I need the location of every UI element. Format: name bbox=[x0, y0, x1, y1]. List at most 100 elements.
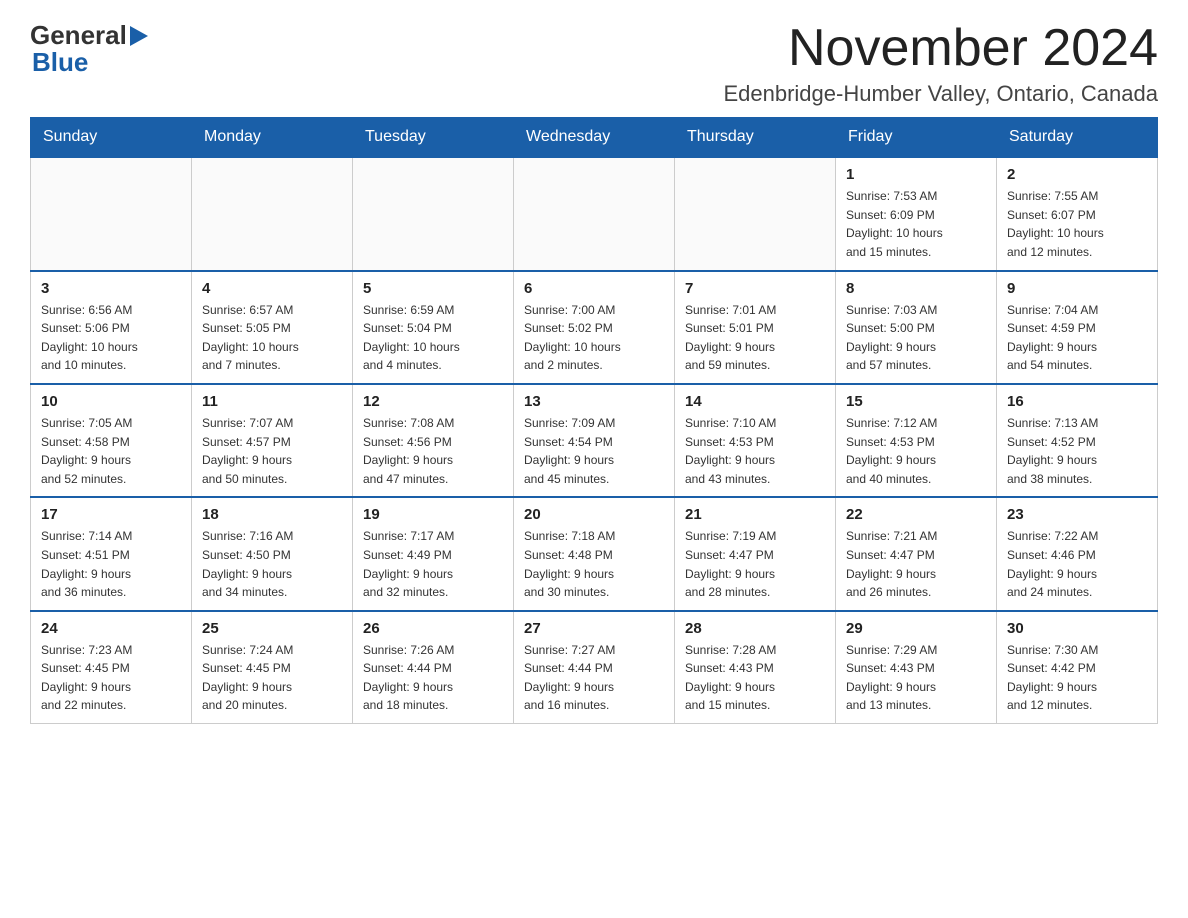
weekday-header-sunday: Sunday bbox=[31, 118, 192, 158]
calendar-cell: 28 Sunrise: 7:28 AMSunset: 4:43 PMDayligh… bbox=[675, 611, 836, 724]
day-info: Sunrise: 7:14 AMSunset: 4:51 PMDaylight:… bbox=[41, 527, 181, 601]
day-number: 24 bbox=[41, 620, 181, 637]
day-info: Sunrise: 7:03 AMSunset: 5:00 PMDaylight:… bbox=[846, 301, 986, 375]
weekday-header-saturday: Saturday bbox=[997, 118, 1158, 158]
weekday-header-thursday: Thursday bbox=[675, 118, 836, 158]
calendar-cell: 19 Sunrise: 7:17 AMSunset: 4:49 PMDayligh… bbox=[353, 497, 514, 610]
logo-triangle-icon bbox=[130, 26, 148, 46]
calendar-cell: 1Sunrise: 7:53 AMSunset: 6:09 PMDaylight… bbox=[836, 157, 997, 270]
day-info: Sunrise: 7:10 AMSunset: 4:53 PMDaylight:… bbox=[685, 414, 825, 488]
calendar-cell: 22 Sunrise: 7:21 AMSunset: 4:47 PMDayligh… bbox=[836, 497, 997, 610]
day-number: 14 bbox=[685, 393, 825, 410]
day-number: 17 bbox=[41, 506, 181, 523]
day-info: Sunrise: 7:07 AMSunset: 4:57 PMDaylight:… bbox=[202, 414, 342, 488]
calendar-cell: 2 Sunrise: 7:55 AMSunset: 6:07 PMDaylight… bbox=[997, 157, 1158, 270]
day-info: Sunrise: 7:19 AMSunset: 4:47 PMDaylight:… bbox=[685, 527, 825, 601]
calendar-cell: 16 Sunrise: 7:13 AMSunset: 4:52 PMDayligh… bbox=[997, 384, 1158, 497]
day-info: Sunrise: 7:17 AMSunset: 4:49 PMDaylight:… bbox=[363, 527, 503, 601]
day-info: Sunrise: 7:28 AMSunset: 4:43 PMDaylight:… bbox=[685, 641, 825, 715]
day-number: 22 bbox=[846, 506, 986, 523]
day-info: Sunrise: 6:56 AMSunset: 5:06 PMDaylight:… bbox=[41, 301, 181, 375]
weekday-header-wednesday: Wednesday bbox=[514, 118, 675, 158]
calendar-header-row: SundayMondayTuesdayWednesdayThursdayFrid… bbox=[31, 118, 1158, 158]
calendar-cell: 23Sunrise: 7:22 AMSunset: 4:46 PMDayligh… bbox=[997, 497, 1158, 610]
day-number: 25 bbox=[202, 620, 342, 637]
calendar-cell: 26Sunrise: 7:26 AMSunset: 4:44 PMDayligh… bbox=[353, 611, 514, 724]
calendar-cell: 4 Sunrise: 6:57 AMSunset: 5:05 PMDaylight… bbox=[192, 271, 353, 384]
day-number: 21 bbox=[685, 506, 825, 523]
calendar-cell: 10Sunrise: 7:05 AMSunset: 4:58 PMDayligh… bbox=[31, 384, 192, 497]
calendar-table: SundayMondayTuesdayWednesdayThursdayFrid… bbox=[30, 117, 1158, 724]
day-number: 3 bbox=[41, 280, 181, 297]
day-info: Sunrise: 6:57 AMSunset: 5:05 PMDaylight:… bbox=[202, 301, 342, 375]
calendar-cell: 13 Sunrise: 7:09 AMSunset: 4:54 PMDayligh… bbox=[514, 384, 675, 497]
calendar-cell: 30 Sunrise: 7:30 AMSunset: 4:42 PMDayligh… bbox=[997, 611, 1158, 724]
day-info: Sunrise: 7:24 AMSunset: 4:45 PMDaylight:… bbox=[202, 641, 342, 715]
day-number: 26 bbox=[363, 620, 503, 637]
calendar-cell: 18 Sunrise: 7:16 AMSunset: 4:50 PMDayligh… bbox=[192, 497, 353, 610]
day-number: 18 bbox=[202, 506, 342, 523]
calendar-cell: 3 Sunrise: 6:56 AMSunset: 5:06 PMDaylight… bbox=[31, 271, 192, 384]
day-number: 30 bbox=[1007, 620, 1147, 637]
day-number: 29 bbox=[846, 620, 986, 637]
day-number: 7 bbox=[685, 280, 825, 297]
day-info: Sunrise: 7:18 AMSunset: 4:48 PMDaylight:… bbox=[524, 527, 664, 601]
day-info: Sunrise: 7:55 AMSunset: 6:07 PMDaylight:… bbox=[1007, 187, 1147, 261]
weekday-header-friday: Friday bbox=[836, 118, 997, 158]
calendar-week-row: 17 Sunrise: 7:14 AMSunset: 4:51 PMDayligh… bbox=[31, 497, 1158, 610]
weekday-header-monday: Monday bbox=[192, 118, 353, 158]
day-number: 11 bbox=[202, 393, 342, 410]
calendar-cell bbox=[192, 157, 353, 270]
day-number: 15 bbox=[846, 393, 986, 410]
calendar-cell: 29 Sunrise: 7:29 AMSunset: 4:43 PMDayligh… bbox=[836, 611, 997, 724]
day-info: Sunrise: 7:09 AMSunset: 4:54 PMDaylight:… bbox=[524, 414, 664, 488]
day-info: Sunrise: 7:21 AMSunset: 4:47 PMDaylight:… bbox=[846, 527, 986, 601]
day-number: 9 bbox=[1007, 280, 1147, 297]
day-info: Sunrise: 7:53 AMSunset: 6:09 PMDaylight:… bbox=[846, 187, 986, 261]
calendar-week-row: 3 Sunrise: 6:56 AMSunset: 5:06 PMDaylight… bbox=[31, 271, 1158, 384]
day-number: 19 bbox=[363, 506, 503, 523]
day-info: Sunrise: 7:08 AMSunset: 4:56 PMDaylight:… bbox=[363, 414, 503, 488]
day-info: Sunrise: 7:13 AMSunset: 4:52 PMDaylight:… bbox=[1007, 414, 1147, 488]
day-info: Sunrise: 7:23 AMSunset: 4:45 PMDaylight:… bbox=[41, 641, 181, 715]
day-info: Sunrise: 7:00 AMSunset: 5:02 PMDaylight:… bbox=[524, 301, 664, 375]
logo: General Blue bbox=[30, 20, 151, 78]
day-info: Sunrise: 7:04 AMSunset: 4:59 PMDaylight:… bbox=[1007, 301, 1147, 375]
day-number: 13 bbox=[524, 393, 664, 410]
calendar-cell: 27 Sunrise: 7:27 AMSunset: 4:44 PMDayligh… bbox=[514, 611, 675, 724]
calendar-cell: 5 Sunrise: 6:59 AMSunset: 5:04 PMDaylight… bbox=[353, 271, 514, 384]
calendar-week-row: 24 Sunrise: 7:23 AMSunset: 4:45 PMDayligh… bbox=[31, 611, 1158, 724]
day-info: Sunrise: 7:30 AMSunset: 4:42 PMDaylight:… bbox=[1007, 641, 1147, 715]
calendar-cell: 17 Sunrise: 7:14 AMSunset: 4:51 PMDayligh… bbox=[31, 497, 192, 610]
calendar-cell bbox=[675, 157, 836, 270]
day-number: 28 bbox=[685, 620, 825, 637]
calendar-cell: 9 Sunrise: 7:04 AMSunset: 4:59 PMDaylight… bbox=[997, 271, 1158, 384]
day-info: Sunrise: 6:59 AMSunset: 5:04 PMDaylight:… bbox=[363, 301, 503, 375]
day-number: 4 bbox=[202, 280, 342, 297]
day-number: 2 bbox=[1007, 166, 1147, 183]
calendar-cell bbox=[353, 157, 514, 270]
day-info: Sunrise: 7:29 AMSunset: 4:43 PMDaylight:… bbox=[846, 641, 986, 715]
page-header: General Blue November 2024 Edenbridge-Hu… bbox=[30, 20, 1158, 107]
calendar-cell: 15 Sunrise: 7:12 AMSunset: 4:53 PMDayligh… bbox=[836, 384, 997, 497]
calendar-cell: 8Sunrise: 7:03 AMSunset: 5:00 PMDaylight… bbox=[836, 271, 997, 384]
day-info: Sunrise: 7:22 AMSunset: 4:46 PMDaylight:… bbox=[1007, 527, 1147, 601]
day-number: 20 bbox=[524, 506, 664, 523]
location-subtitle: Edenbridge-Humber Valley, Ontario, Canad… bbox=[723, 81, 1158, 107]
calendar-cell: 6 Sunrise: 7:00 AMSunset: 5:02 PMDaylight… bbox=[514, 271, 675, 384]
day-number: 5 bbox=[363, 280, 503, 297]
day-info: Sunrise: 7:27 AMSunset: 4:44 PMDaylight:… bbox=[524, 641, 664, 715]
calendar-cell: 25 Sunrise: 7:24 AMSunset: 4:45 PMDayligh… bbox=[192, 611, 353, 724]
calendar-cell: 24 Sunrise: 7:23 AMSunset: 4:45 PMDayligh… bbox=[31, 611, 192, 724]
calendar-cell: 14 Sunrise: 7:10 AMSunset: 4:53 PMDayligh… bbox=[675, 384, 836, 497]
weekday-header-tuesday: Tuesday bbox=[353, 118, 514, 158]
day-number: 16 bbox=[1007, 393, 1147, 410]
day-number: 27 bbox=[524, 620, 664, 637]
calendar-cell bbox=[31, 157, 192, 270]
day-info: Sunrise: 7:16 AMSunset: 4:50 PMDaylight:… bbox=[202, 527, 342, 601]
logo-blue-text: Blue bbox=[32, 47, 88, 78]
day-info: Sunrise: 7:12 AMSunset: 4:53 PMDaylight:… bbox=[846, 414, 986, 488]
day-number: 6 bbox=[524, 280, 664, 297]
day-info: Sunrise: 7:01 AMSunset: 5:01 PMDaylight:… bbox=[685, 301, 825, 375]
day-number: 12 bbox=[363, 393, 503, 410]
